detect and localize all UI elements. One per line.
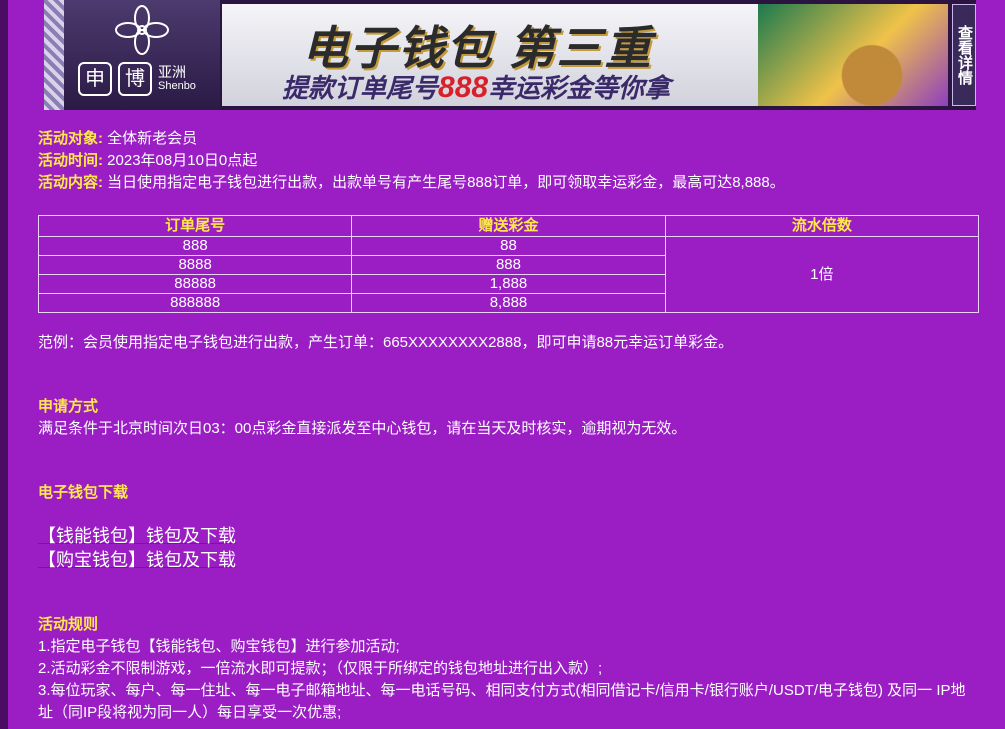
order-suffix-cell: 8888: [37, 255, 353, 275]
bonus-table: 订单尾号 赠送彩金 流水倍数 888 88 1倍 8888 888 88888 …: [37, 215, 980, 313]
header-bonus: 赠送彩金: [351, 215, 666, 237]
view-details-button[interactable]: 查看详情: [952, 4, 976, 106]
banner-graphic: 电子钱包 第三重 提款订单尾号888幸运彩金等你拿: [222, 4, 948, 106]
table-header-row: 订单尾号 赠送彩金 流水倍数: [37, 215, 980, 237]
rule-1: 1.指定电子钱包【钱能钱包、购宝钱包】进行参加活动;: [38, 638, 400, 655]
logo-en: Shenbo: [158, 80, 196, 92]
brand-logo: 申 博 亚洲 Shenbo: [64, 0, 220, 110]
target-value: 全体新老会员: [107, 130, 198, 147]
header-turnover: 流水倍数: [664, 215, 980, 237]
rules-title: 活动规则: [38, 616, 99, 633]
intro-section: 活动对象: 全体新老会员 活动时间: 2023年08月10日0点起 活动内容: …: [38, 128, 978, 194]
download-title: 电子钱包下载: [38, 484, 129, 501]
banner-art-image: [758, 4, 948, 106]
rule-3: 3.每位玩家、每户、每一住址、每一电子邮箱地址、每一电话号码、相同支付方式(相同…: [38, 682, 966, 721]
rules-section: 活动规则 1.指定电子钱包【钱能钱包、购宝钱包】进行参加活动; 2.活动彩金不限…: [38, 614, 978, 724]
content-row: 活动内容: 当日使用指定电子钱包进行出款，出款单号有产生尾号888订单，即可领取…: [38, 172, 978, 194]
target-label: 活动对象:: [38, 130, 103, 147]
example-text: 范例：会员使用指定电子钱包进行出款，产生订单：665XXXXXXXX2888，即…: [38, 334, 734, 351]
download-section: 电子钱包下载 【钱能钱包】钱包及下载 【购宝钱包】钱包及下载: [38, 482, 978, 572]
bonus-cell: 88: [351, 236, 666, 256]
left-edge-strip: [0, 0, 8, 729]
content-value: 当日使用指定电子钱包进行出款，出款单号有产生尾号888订单，即可领取幸运彩金，最…: [107, 174, 785, 191]
time-row: 活动时间: 2023年08月10日0点起: [38, 150, 978, 172]
logo-char-2: 博: [118, 62, 152, 96]
time-value: 2023年08月10日0点起: [107, 152, 258, 169]
order-suffix-cell: 88888: [37, 274, 353, 294]
rule-2: 2.活动彩金不限制游戏，一倍流水即可提款；（仅限于所绑定的钱包地址进行出入款）;: [38, 660, 603, 677]
bonus-cell: 888: [351, 255, 666, 275]
banner-subtitle-number: 888: [438, 71, 489, 104]
qianneng-wallet-link[interactable]: 【钱能钱包】钱包及下载: [38, 524, 978, 548]
time-label: 活动时间:: [38, 152, 103, 169]
banner-subtitle-post: 幸运彩金等你拿: [488, 73, 671, 103]
logo-cn: 亚洲: [158, 64, 186, 80]
flower-logo-icon: [115, 5, 169, 55]
promo-banner[interactable]: 申 博 亚洲 Shenbo 电子钱包 第三重 提款订单尾号888幸运彩金等你拿 …: [44, 0, 976, 110]
apply-section: 申请方式 满足条件于北京时间次日03：00点彩金直接派发至中心钱包，请在当天及时…: [38, 396, 978, 440]
banner-subtitle-pre: 提款订单尾号: [282, 73, 439, 103]
logo-char-1: 申: [78, 62, 112, 96]
apply-text: 满足条件于北京时间次日03：00点彩金直接派发至中心钱包，请在当天及时核实，逾期…: [38, 420, 687, 437]
goubao-wallet-link[interactable]: 【购宝钱包】钱包及下载: [38, 548, 978, 572]
target-row: 活动对象: 全体新老会员: [38, 128, 978, 150]
order-suffix-cell: 888: [37, 236, 353, 256]
apply-title: 申请方式: [38, 398, 99, 415]
header-order-suffix: 订单尾号: [37, 215, 353, 237]
table-row: 888 88 1倍: [37, 236, 980, 313]
banner-subtitle: 提款订单尾号888幸运彩金等你拿: [282, 68, 670, 105]
bonus-cell: 1,888: [351, 274, 666, 294]
order-suffix-cell: 888888: [37, 293, 353, 313]
turnover-cell: 1倍: [664, 236, 980, 313]
banner-pattern: [44, 0, 66, 110]
content-label: 活动内容:: [38, 174, 103, 191]
bonus-cell: 8,888: [351, 293, 666, 313]
